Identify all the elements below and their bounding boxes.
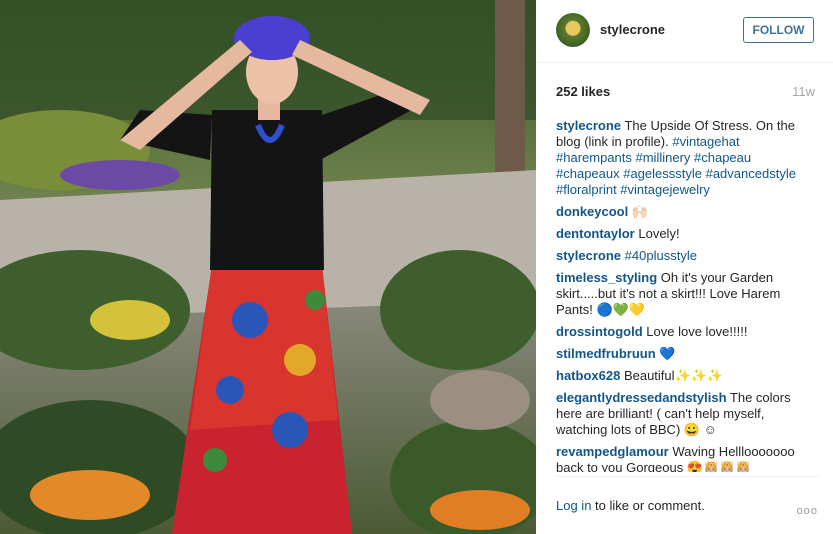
likes-count[interactable]: 252 likes [556, 84, 610, 99]
list-item: stilmedfrubruun 💙 [556, 346, 818, 362]
post-age[interactable]: 11w [792, 84, 815, 99]
comment-username[interactable]: drossintogold [556, 324, 643, 339]
comment-username[interactable]: stylecrone [556, 248, 621, 263]
caption: stylecrone The Upside Of Stress. On the … [556, 118, 818, 198]
comment-username[interactable]: timeless_styling [556, 270, 657, 285]
comment-username[interactable]: hatbox628 [556, 368, 620, 383]
comment-username[interactable]: revampedglamour [556, 444, 669, 459]
comment-text: Love love love!!!!! [646, 324, 748, 339]
comments-list: stylecrone The Upside Of Stress. On the … [556, 118, 818, 472]
comment-username[interactable]: stilmedfrubruun [556, 346, 656, 361]
list-item: dentontaylor Lovely! [556, 226, 818, 242]
login-link[interactable]: Log in [556, 498, 591, 513]
follow-button[interactable]: FOLLOW [743, 17, 814, 43]
list-item: stylecrone #40plusstyle [556, 248, 818, 264]
list-item: revampedglamour Waving Helllooooooo back… [556, 444, 818, 472]
post-photo-image [0, 0, 536, 534]
post-side-panel: stylecrone FOLLOW 252 likes 11w stylecro… [536, 0, 833, 534]
comment-text: Beautiful✨✨✨ [623, 368, 724, 383]
list-item: hatbox628 Beautiful✨✨✨ [556, 368, 818, 384]
list-item: timeless_styling Oh it's your Garden ski… [556, 270, 818, 318]
comment-text: Lovely! [638, 226, 680, 241]
post-photo[interactable] [0, 0, 536, 534]
avatar[interactable] [556, 13, 590, 47]
comment-text: 💙 [659, 346, 676, 361]
list-item: donkeycool 🙌🏻 [556, 204, 818, 220]
comment-username[interactable]: elegantlydressedandstylish [556, 390, 727, 405]
post-header: stylecrone FOLLOW [536, 0, 833, 63]
comment-hashtag[interactable]: #40plusstyle [625, 248, 697, 263]
comment-text: 🙌🏻 [631, 204, 649, 219]
comment-username[interactable]: donkeycool [556, 204, 628, 219]
login-prompt-text: to like or comment. [591, 498, 705, 513]
comment-footer: Log in to like or comment. ooo [556, 476, 818, 517]
list-item: elegantlydressedandstylish The colors he… [556, 390, 818, 438]
more-options-icon[interactable]: ooo [797, 505, 818, 517]
list-item: drossintogold Love love love!!!!! [556, 324, 818, 340]
post-username[interactable]: stylecrone [600, 22, 665, 37]
caption-username[interactable]: stylecrone [556, 118, 621, 133]
comment-username[interactable]: dentontaylor [556, 226, 635, 241]
